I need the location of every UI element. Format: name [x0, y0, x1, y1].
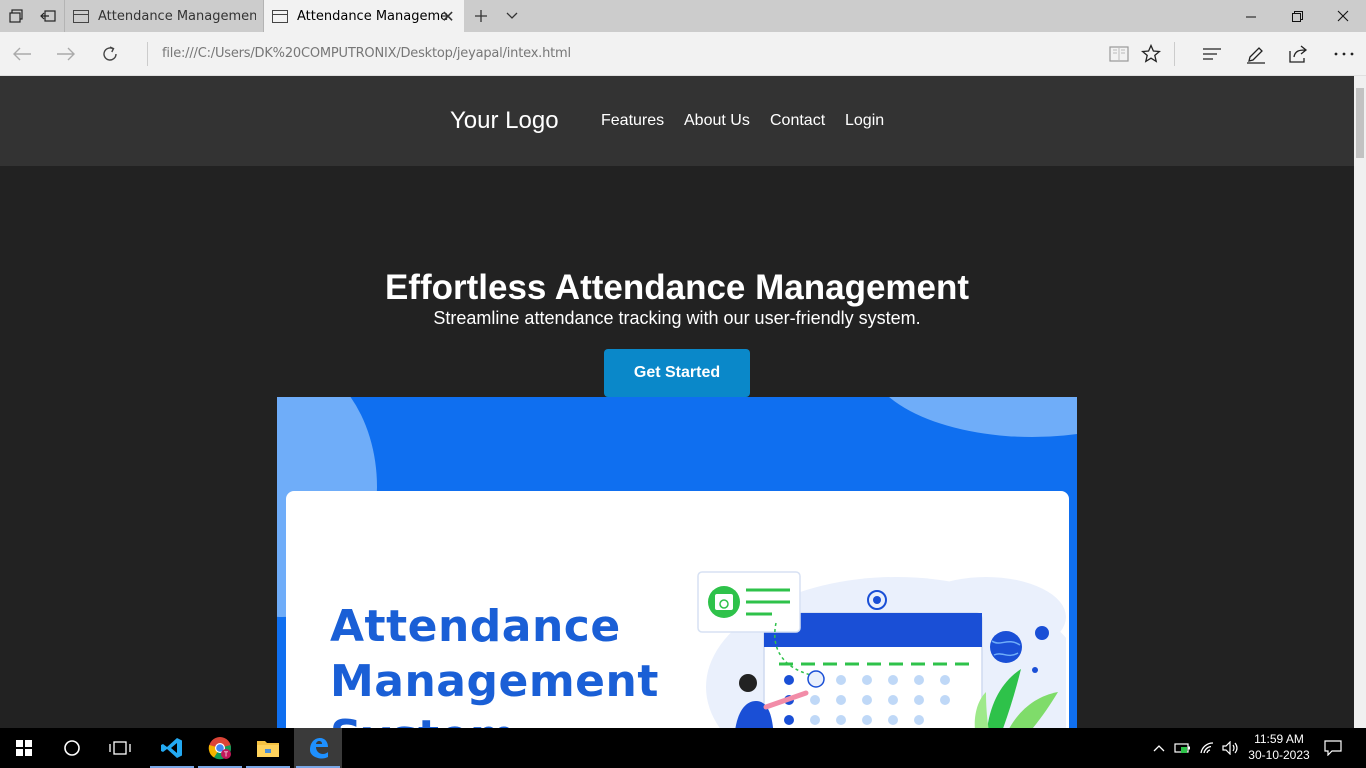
banner-card: Attendance Management System [286, 491, 1069, 728]
nav-link-login[interactable]: Login [845, 112, 884, 130]
chrome-icon[interactable]: T [196, 728, 244, 768]
decorative-blob [867, 397, 1077, 437]
new-tab-icon[interactable] [466, 0, 496, 32]
system-clock[interactable]: 11:59 AM 30-10-2023 [1244, 731, 1314, 763]
minimize-icon[interactable] [1228, 0, 1274, 32]
more-options-icon[interactable] [1326, 38, 1362, 70]
task-view-icon[interactable] [96, 728, 144, 768]
get-started-button[interactable]: Get Started [604, 349, 750, 397]
edge-icon[interactable] [294, 728, 342, 768]
web-page: Your Logo Features About Us Contact Logi… [0, 76, 1354, 728]
browser-toolbar: file:///C:/Users/DK%20COMPUTRONIX/Deskto… [0, 32, 1366, 76]
forward-icon[interactable] [48, 38, 84, 70]
battery-icon[interactable] [1172, 728, 1194, 768]
page-favicon-icon [73, 9, 89, 23]
file-explorer-icon[interactable] [244, 728, 292, 768]
nav-link-features[interactable]: Features [601, 112, 664, 130]
browser-tab-strip: Attendance Management Sy Attendance Mana… [0, 0, 1366, 32]
tab-title: Attendance Manageme [297, 8, 449, 24]
site-header: Your Logo Features About Us Contact Logi… [0, 76, 1354, 166]
favorite-star-icon[interactable] [1133, 38, 1169, 70]
address-bar[interactable]: file:///C:/Users/DK%20COMPUTRONIX/Deskto… [162, 46, 571, 61]
hero-banner-image: Attendance Management System [277, 397, 1077, 728]
tab-title: Attendance Management Sy [98, 8, 256, 24]
hero-title: Effortless Attendance Management [384, 268, 970, 307]
nav-link-about-us[interactable]: About Us [684, 112, 750, 130]
page-scrollbar[interactable] [1354, 76, 1366, 728]
close-window-icon[interactable] [1320, 0, 1366, 32]
cortana-search-icon[interactable] [48, 728, 96, 768]
toolbar-divider [1174, 42, 1175, 66]
reading-view-icon[interactable] [1101, 38, 1137, 70]
chevron-down-icon[interactable] [498, 0, 526, 32]
banner-title-line: System [330, 709, 650, 728]
chevron-up-icon[interactable] [1149, 728, 1169, 768]
web-note-icon[interactable] [1238, 38, 1274, 70]
restore-icon[interactable] [1274, 0, 1320, 32]
tabs-aside-icon[interactable] [0, 0, 32, 32]
tab-attendance-management[interactable]: Attendance Manageme ✕ [264, 0, 464, 32]
wifi-icon[interactable] [1197, 728, 1219, 768]
hero-subtitle: Streamline attendance tracking with our … [433, 308, 921, 328]
action-center-icon[interactable] [1318, 728, 1348, 768]
back-icon[interactable] [4, 38, 40, 70]
scroll-thumb[interactable] [1356, 88, 1364, 158]
tab-attendance-system[interactable]: Attendance Management Sy [64, 0, 264, 32]
address-divider [147, 42, 148, 66]
nav-link-contact[interactable]: Contact [770, 112, 825, 130]
close-tab-icon[interactable]: ✕ [440, 7, 456, 26]
vscode-icon[interactable] [148, 728, 196, 768]
start-windows-icon[interactable] [0, 728, 48, 768]
banner-title-line: Management [330, 656, 659, 707]
page-favicon-icon [272, 9, 288, 23]
windows-taskbar: T 11:59 AM 30-10-2023 [0, 728, 1366, 768]
hub-icon[interactable] [1194, 38, 1230, 70]
svg-text:T: T [224, 752, 229, 759]
refresh-icon[interactable] [92, 38, 128, 70]
banner-title-line: Attendance [330, 601, 621, 652]
set-aside-tabs-icon[interactable] [32, 0, 64, 32]
clock-time: 11:59 AM [1254, 732, 1304, 746]
site-logo[interactable]: Your Logo [450, 107, 559, 135]
calendar-illustration [697, 571, 1066, 728]
banner-title: Attendance Management System [330, 599, 659, 728]
share-icon[interactable] [1281, 38, 1317, 70]
clock-date: 30-10-2023 [1248, 748, 1310, 762]
volume-icon[interactable] [1220, 728, 1242, 768]
